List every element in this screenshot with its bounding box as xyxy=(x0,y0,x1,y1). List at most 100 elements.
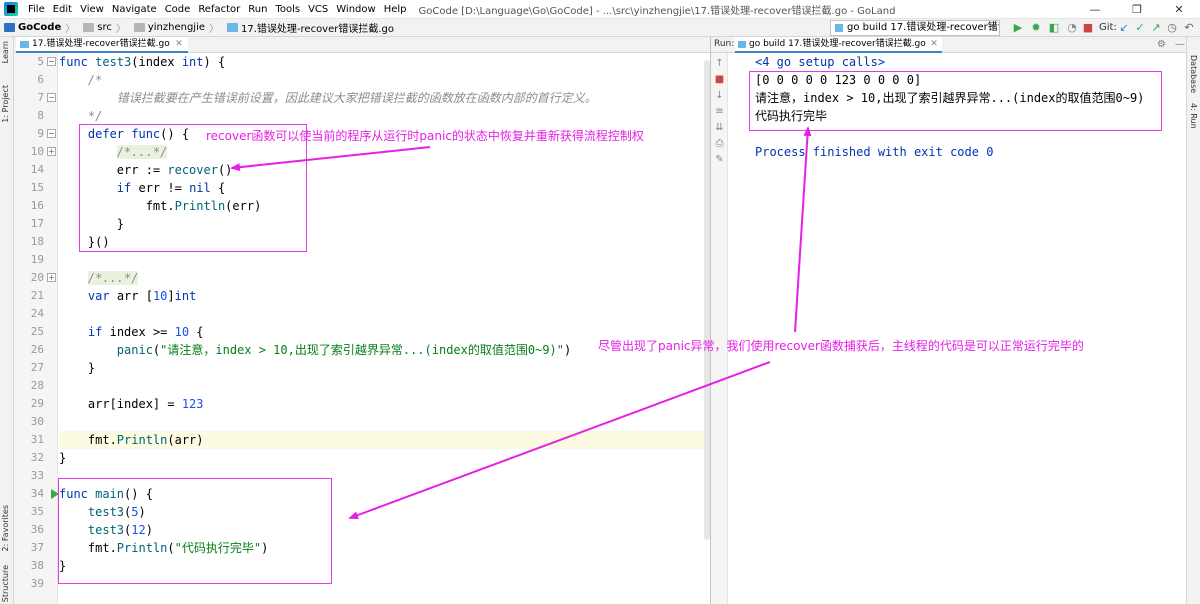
code-line: */ xyxy=(59,109,103,123)
breadcrumb-project[interactable]: GoCode xyxy=(0,22,61,33)
line-number: 28 xyxy=(30,379,44,392)
git-label: Git: xyxy=(1099,22,1117,33)
line-number: 18 xyxy=(30,235,44,248)
code-line: } xyxy=(59,361,96,375)
breadcrumb-file[interactable]: 17.错误处理-recover错误拦截.go xyxy=(223,20,394,35)
run-panel-label: Run: xyxy=(714,39,735,49)
minimize-button[interactable]: — xyxy=(1074,0,1116,19)
menu-view[interactable]: View xyxy=(76,4,108,15)
git-update-icon[interactable]: ↙ xyxy=(1117,21,1131,35)
line-number: 38 xyxy=(30,559,44,572)
breadcrumb-package[interactable]: yinzhengjie xyxy=(130,22,205,33)
gear-icon[interactable]: ⚙ xyxy=(1157,37,1166,52)
rollback-icon[interactable]: ↶ xyxy=(1182,21,1196,35)
code-line: } xyxy=(59,451,67,465)
line-number: 8 xyxy=(37,109,44,122)
line-number: 5 xyxy=(37,55,44,68)
profile-icon[interactable]: ◔ xyxy=(1065,21,1079,35)
breadcrumb-label: src xyxy=(97,22,112,33)
window-title: GoCode [D:\Language\Go\GoCode] - ...\src… xyxy=(418,5,896,17)
tool-tab-run[interactable]: 4: Run xyxy=(1189,103,1198,129)
tool-tab-project[interactable]: 1: Project xyxy=(1,85,13,123)
menu-bar: File Edit View Navigate Code Refactor Ru… xyxy=(0,0,1200,19)
breadcrumb-separator: 〉 xyxy=(209,24,220,35)
restore-button[interactable]: ❐ xyxy=(1116,0,1158,19)
run-tab[interactable]: go build 17.错误处理-recover错误拦截.go ✕ xyxy=(735,37,942,53)
line-number: 17 xyxy=(30,217,44,230)
menu-navigate[interactable]: Navigate xyxy=(108,4,161,15)
go-file-icon xyxy=(20,41,29,48)
chevron-down-icon: ▾ xyxy=(990,22,996,33)
tool-tab-learn[interactable]: Learn xyxy=(1,41,13,63)
annotation-recover-note: recover函数可以使当前的程序从运行时panic的状态中恢复并重新获得流程控… xyxy=(206,129,644,143)
annotation-main-note: 尽管出现了panic异常，我们使用recover函数捕获后，主线程的代码是可以正… xyxy=(598,339,1084,353)
close-icon[interactable]: ✕ xyxy=(175,37,183,52)
line-number: 14 xyxy=(30,163,44,176)
goland-logo-icon xyxy=(4,2,18,16)
annotation-box-main xyxy=(58,478,332,584)
code-line-current: fmt.Println(arr) xyxy=(59,431,708,449)
fold-toggle-icon[interactable]: − xyxy=(47,129,56,138)
fold-toggle-icon[interactable]: + xyxy=(47,273,56,282)
left-tool-strip: Learn 1: Project 2: Favorites Structure xyxy=(0,37,14,604)
scroll-to-end-icon[interactable]: ⇊ xyxy=(713,121,726,134)
line-number: 29 xyxy=(30,397,44,410)
fold-toggle-icon[interactable]: + xyxy=(47,147,56,156)
debug-icon[interactable]: ✹ xyxy=(1029,21,1043,35)
folder-icon xyxy=(133,23,145,32)
stop-icon[interactable]: ■ xyxy=(713,73,726,86)
breadcrumb-src[interactable]: src xyxy=(79,22,112,33)
coverage-icon[interactable]: ◧ xyxy=(1047,21,1061,35)
run-icon[interactable]: ▶ xyxy=(1011,21,1025,35)
line-number: 15 xyxy=(30,181,44,194)
breadcrumb-label: 17.错误处理-recover错误拦截.go xyxy=(241,24,395,35)
menu-refactor[interactable]: Refactor xyxy=(194,4,244,15)
git-push-icon[interactable]: ↗ xyxy=(1149,21,1163,35)
console-line: Process finished with exit code 0 xyxy=(755,145,994,159)
arrow-down-icon[interactable]: ↓ xyxy=(713,89,726,102)
stop-icon[interactable]: ■ xyxy=(1081,21,1095,35)
menu-file[interactable]: File xyxy=(24,4,49,15)
line-number: 30 xyxy=(30,415,44,428)
console-output[interactable]: <4 go setup calls> [0 0 0 0 0 123 0 0 0 … xyxy=(729,53,1186,604)
go-file-icon xyxy=(835,24,843,32)
right-tool-strip: Database 4: Run xyxy=(1186,37,1200,604)
fold-toggle-icon[interactable]: − xyxy=(47,57,56,66)
line-number: 31 xyxy=(30,433,44,446)
folder-icon xyxy=(83,23,95,32)
close-icon[interactable]: ✕ xyxy=(930,37,938,52)
tool-tab-favorites[interactable]: 2: Favorites xyxy=(1,505,13,551)
run-configuration-select[interactable]: go build 17.错误处理-recover错误拦截.go ▾ xyxy=(830,20,1000,36)
line-number: 34 xyxy=(30,487,44,500)
menu-run[interactable]: Run xyxy=(244,4,271,15)
line-number: 6 xyxy=(37,73,44,86)
tool-tab-structure[interactable]: Structure xyxy=(1,565,13,602)
breadcrumb-label: GoCode xyxy=(18,22,62,33)
editor-tab-file[interactable]: 17.错误处理-recover错误拦截.go ✕ xyxy=(16,37,188,53)
print-icon[interactable]: ⎙ xyxy=(713,137,726,150)
line-number: 35 xyxy=(30,505,44,518)
line-number: 32 xyxy=(30,451,44,464)
menu-edit[interactable]: Edit xyxy=(49,4,76,15)
pin-icon[interactable]: ✎ xyxy=(713,153,726,166)
arrow-up-icon[interactable]: ↑ xyxy=(713,57,726,70)
hide-panel-icon[interactable]: — xyxy=(1175,37,1185,52)
console-line: <4 go setup calls> xyxy=(755,55,886,69)
breadcrumb-separator: 〉 xyxy=(115,24,126,35)
tool-tab-database[interactable]: Database xyxy=(1189,55,1198,93)
menu-code[interactable]: Code xyxy=(161,4,195,15)
line-number: 16 xyxy=(30,199,44,212)
menu-help[interactable]: Help xyxy=(380,4,411,15)
fold-toggle-icon[interactable]: − xyxy=(47,93,56,102)
run-toolbar: ↑ ■ ↓ ≡ ⇊ ⎙ ✎ xyxy=(710,53,728,604)
code-line: /*...*/ xyxy=(87,271,139,285)
wrap-lines-icon[interactable]: ≡ xyxy=(713,105,726,118)
close-window-button[interactable]: ✕ xyxy=(1158,0,1200,19)
menu-window[interactable]: Window xyxy=(332,4,379,15)
menu-tools[interactable]: Tools xyxy=(271,4,304,15)
history-icon[interactable]: ◷ xyxy=(1165,21,1179,35)
git-commit-icon[interactable]: ✓ xyxy=(1133,21,1147,35)
menu-vcs[interactable]: VCS xyxy=(304,4,332,15)
